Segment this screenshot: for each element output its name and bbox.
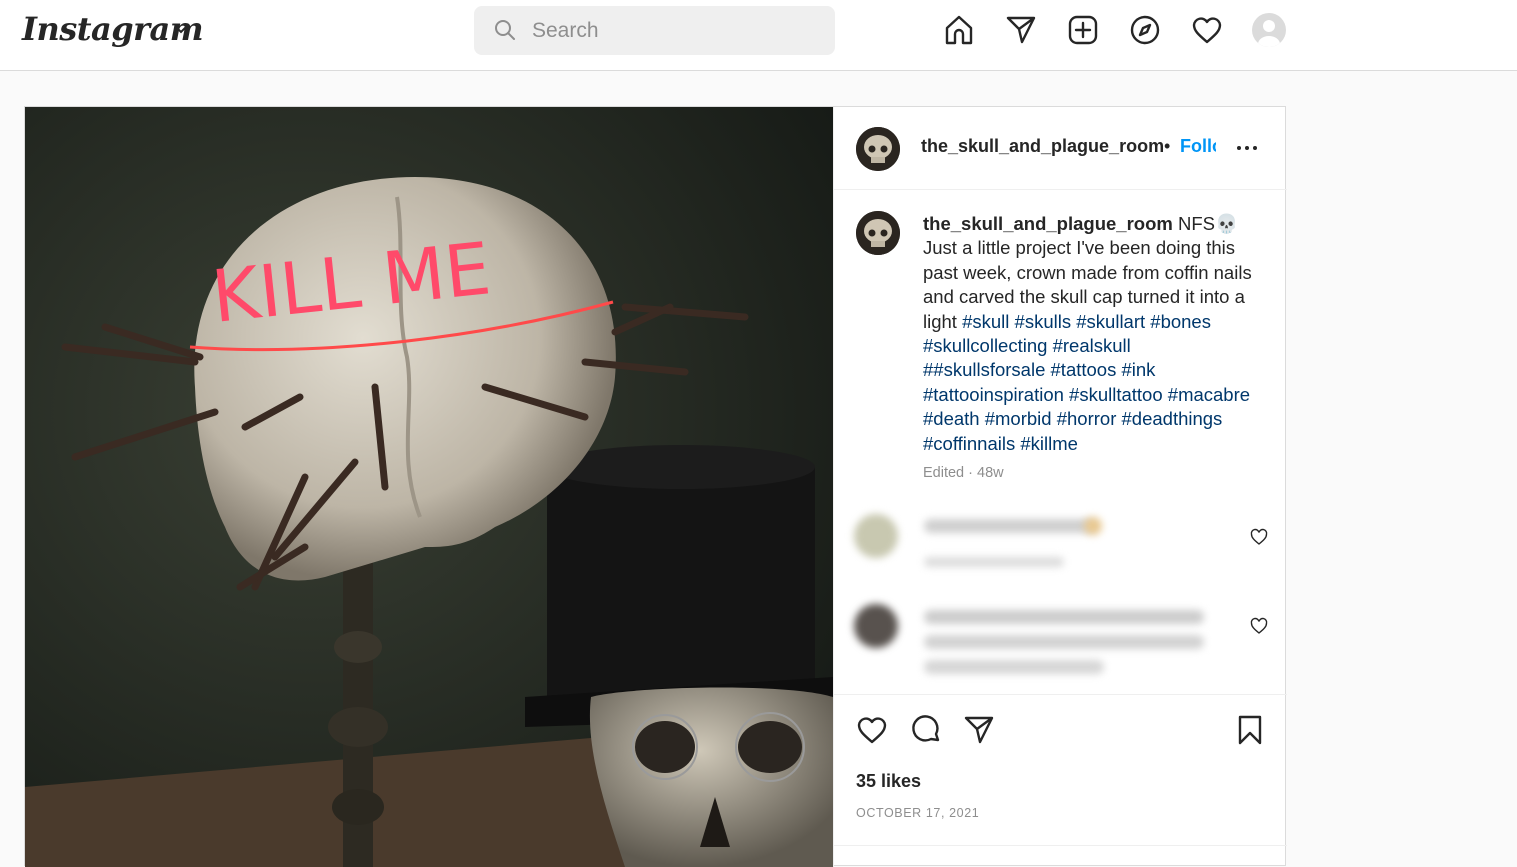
post-header: the_skull_and_plague_room • Follow [834,107,1287,190]
hashtag[interactable]: #coffinnails [923,433,1015,454]
commenter-avatar[interactable] [854,514,898,558]
post-sidebar: the_skull_and_plague_room • Follow the_s… [833,107,1287,867]
hashtag[interactable]: #killme [1020,433,1078,454]
follow-button[interactable]: Follow [1180,136,1216,157]
divider [834,845,1287,846]
hashtag[interactable]: #skullcollecting [923,335,1047,356]
hashtag[interactable]: ##skullsforsale [923,359,1045,380]
home-icon[interactable] [941,12,977,48]
comment-like-heart-icon[interactable] [1250,528,1268,546]
chevron-down-icon[interactable] [172,20,190,38]
share-icon[interactable] [961,712,997,748]
hashtag[interactable]: #bones [1150,311,1211,332]
top-navigation-bar: Instagram [0,0,1517,71]
hashtag[interactable]: #death [923,408,980,429]
blurred-comment-text [924,519,1094,533]
hashtag[interactable]: #macabre [1168,384,1250,405]
author-avatar[interactable] [856,127,900,171]
new-post-icon[interactable] [1065,12,1101,48]
hashtag[interactable]: #horror [1057,408,1117,429]
more-options-icon[interactable] [1234,135,1260,161]
blurred-comment-meta [924,557,1064,567]
caption-author-avatar[interactable] [856,211,900,255]
hashtag[interactable]: #skullart [1076,311,1145,332]
post-card: KILL ME the_skull_and_plague_room • Foll… [24,106,1287,867]
commenter-avatar[interactable] [854,604,898,648]
hashtag[interactable]: #deadthings [1122,408,1223,429]
author-username[interactable]: the_skull_and_plague_room [921,136,1164,157]
blurred-comment-text [924,610,1204,624]
blurred-comment-text [924,660,1104,674]
likes-count[interactable]: 35 likes [856,771,921,792]
profile-avatar[interactable] [1252,13,1286,47]
search-bar[interactable] [474,6,835,55]
skull-avatar-icon [856,127,900,171]
comment-like-heart-icon[interactable] [1250,617,1268,635]
comment-bubble-icon[interactable] [908,712,944,748]
post-caption: the_skull_and_plague_room NFS💀 Just a li… [923,212,1253,456]
skull-avatar-icon [856,211,900,255]
hashtag[interactable]: #tattooinspiration [923,384,1064,405]
activity-heart-icon[interactable] [1189,12,1225,48]
hashtag[interactable]: #ink [1121,359,1155,380]
post-actions: 35 likes OCTOBER 17, 2021 [834,694,1287,867]
post-edited-timestamp[interactable]: Edited · 48w [923,465,1004,481]
caption-username[interactable]: the_skull_and_plague_room [923,213,1173,234]
hashtag[interactable]: #skulltattoo [1069,384,1163,405]
explore-icon[interactable] [1127,12,1163,48]
hashtag[interactable]: #realskull [1053,335,1131,356]
separator-dot: • [1164,136,1171,156]
post-date[interactable]: OCTOBER 17, 2021 [856,806,979,820]
blurred-comment-text [924,635,1204,649]
save-bookmark-icon[interactable] [1232,712,1268,748]
default-user-icon [1258,20,1280,47]
search-input[interactable] [532,14,822,47]
skull-lamp-photo: KILL ME [25,107,833,867]
direct-message-icon[interactable] [1003,12,1039,48]
hashtag[interactable]: #skull [962,311,1009,332]
hashtag[interactable]: #tattoos [1051,359,1117,380]
post-photo[interactable]: KILL ME [25,107,833,867]
like-heart-icon[interactable] [854,712,890,748]
hashtag[interactable]: #skulls [1015,311,1072,332]
search-icon [495,20,515,40]
blurred-emoji [1084,517,1102,535]
hashtag[interactable]: #morbid [985,408,1052,429]
